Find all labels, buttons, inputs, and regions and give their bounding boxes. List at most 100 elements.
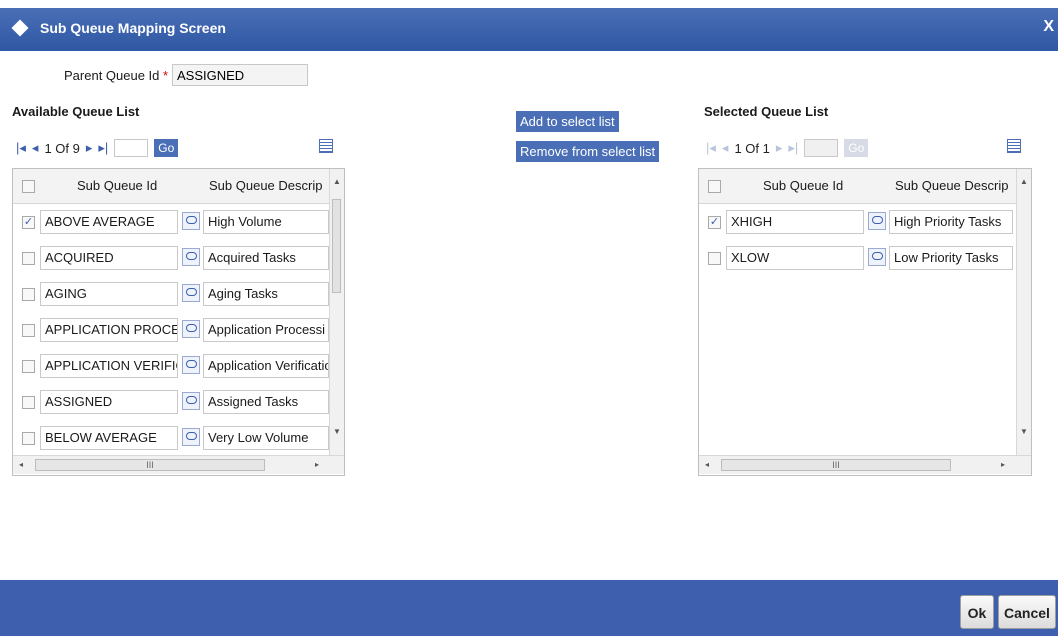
first-page-icon[interactable]: |◂ [706,140,716,156]
table-row[interactable]: BELOW AVERAGE Very Low Volume [13,420,329,456]
sub-queue-description-cell[interactable]: Low Priority Tasks [889,246,1013,270]
parent-queue-input[interactable] [172,64,308,86]
sub-queue-id-cell[interactable]: XHIGH [726,210,864,234]
row-checkbox[interactable] [22,324,35,337]
sub-queue-id-cell[interactable]: APPLICATION PROCES [40,318,178,342]
scroll-left-icon[interactable]: ◂ [705,460,709,469]
column-header: Sub Queue Id [77,178,158,193]
scroll-down-icon[interactable]: ▼ [1020,427,1028,436]
row-checkbox[interactable] [22,360,35,373]
table-row[interactable]: ✓ ABOVE AVERAGE High Volume [13,204,329,240]
page-number-input[interactable] [114,139,149,157]
selected-list-title: Selected Queue List [704,104,829,119]
lookup-icon[interactable] [182,248,200,266]
lookup-icon[interactable] [182,320,200,338]
sub-queue-id-cell[interactable]: APPLICATION VERIFIC [40,354,178,378]
parent-queue-label: Parent Queue Id * [64,68,168,83]
table-row[interactable]: APPLICATION PROCES Application Processi [13,312,329,348]
column-header: Sub Queue Id [763,178,844,193]
close-button[interactable]: X [1043,18,1054,36]
row-checkbox[interactable] [708,252,721,265]
select-all-checkbox[interactable] [22,180,35,193]
page-indicator: 1 Of 9 [44,140,80,156]
scroll-right-icon[interactable]: ▸ [315,460,319,469]
page-number-input[interactable] [804,139,839,157]
vertical-scrollbar[interactable]: ▲ ▼ [329,169,344,455]
row-checkbox[interactable]: ✓ [708,216,721,229]
sub-queue-description-cell[interactable]: Acquired Tasks [203,246,329,270]
lookup-icon[interactable] [868,212,886,230]
available-pagination: |◂ ◂ 1 Of 9 ▸ ▸| Go [16,135,179,161]
next-page-icon[interactable]: ▸ [776,140,783,156]
remove-from-select-list-button[interactable]: Remove from select list [516,141,660,162]
ok-button[interactable]: Ok [960,595,994,629]
title-bar: Sub Queue Mapping Screen X [0,8,1058,51]
sub-queue-description-cell[interactable]: Application Processi [203,318,329,342]
table-row[interactable]: ACQUIRED Acquired Tasks [13,240,329,276]
select-all-checkbox[interactable] [708,180,721,193]
lookup-icon[interactable] [182,284,200,302]
scroll-right-icon[interactable]: ▸ [1001,460,1005,469]
row-checkbox[interactable] [22,396,35,409]
sub-queue-description-cell[interactable]: High Priority Tasks [889,210,1013,234]
scroll-left-icon[interactable]: ◂ [19,460,23,469]
scroll-up-icon[interactable]: ▲ [1020,177,1028,186]
sub-queue-description-cell[interactable]: Very Low Volume [203,426,329,450]
sub-queue-id-cell[interactable]: ACQUIRED [40,246,178,270]
table-header: Sub Queue Id Sub Queue Descrip [13,169,330,204]
selected-pagination: |◂ ◂ 1 Of 1 ▸ ▸| Go [706,135,869,161]
last-page-icon[interactable]: ▸| [788,140,798,156]
next-page-icon[interactable]: ▸ [86,140,93,156]
row-checkbox[interactable] [22,252,35,265]
sub-queue-description-cell[interactable]: Assigned Tasks [203,390,329,414]
row-checkbox[interactable] [22,288,35,301]
grid-settings-icon[interactable] [1007,139,1021,153]
prev-page-icon[interactable]: ◂ [722,140,729,156]
column-header: Sub Queue Descrip [209,178,323,193]
last-page-icon[interactable]: ▸| [98,140,108,156]
lookup-icon[interactable] [182,428,200,446]
table-row[interactable]: APPLICATION VERIFIC Application Verificat… [13,348,329,384]
horizontal-scrollbar[interactable]: ◂ III ▸ [13,455,344,474]
scroll-down-icon[interactable]: ▼ [333,427,341,436]
grid-settings-icon[interactable] [319,139,333,153]
table-row[interactable]: XLOW Low Priority Tasks [699,240,1013,276]
sub-queue-description-cell[interactable]: Aging Tasks [203,282,329,306]
hscroll-thumb[interactable]: III [721,459,951,471]
add-to-select-list-button[interactable]: Add to select list [516,111,619,132]
window-title: Sub Queue Mapping Screen [40,20,226,36]
sub-queue-id-cell[interactable]: AGING [40,282,178,306]
sub-queue-id-cell[interactable]: XLOW [726,246,864,270]
lookup-icon[interactable] [868,248,886,266]
page-indicator: 1 Of 1 [734,140,770,156]
selected-queue-table: Sub Queue Id Sub Queue Descrip ✓ XHIGH Hig… [698,168,1032,476]
first-page-icon[interactable]: |◂ [16,140,26,156]
row-checkbox[interactable] [22,432,35,445]
sub-queue-id-cell[interactable]: ABOVE AVERAGE [40,210,178,234]
lookup-icon[interactable] [182,356,200,374]
go-button[interactable]: Go [844,139,869,157]
sub-queue-id-cell[interactable]: ASSIGNED [40,390,178,414]
cancel-button[interactable]: Cancel [998,595,1056,629]
table-row[interactable]: ✓ XHIGH High Priority Tasks [699,204,1013,240]
go-button[interactable]: Go [154,139,179,157]
table-row[interactable]: AGING Aging Tasks [13,276,329,312]
prev-page-icon[interactable]: ◂ [32,140,39,156]
sub-queue-description-cell[interactable]: High Volume [203,210,329,234]
available-list-title: Available Queue List [12,104,140,119]
sub-queue-id-cell[interactable]: BELOW AVERAGE [40,426,178,450]
lookup-icon[interactable] [182,212,200,230]
vertical-scrollbar[interactable]: ▲ ▼ [1016,169,1031,455]
lookup-icon[interactable] [182,392,200,410]
horizontal-scrollbar[interactable]: ◂ III ▸ [699,455,1031,474]
row-checkbox[interactable]: ✓ [22,216,35,229]
sub-queue-description-cell[interactable]: Application Verificatio [203,354,329,378]
table-row[interactable]: ASSIGNED Assigned Tasks [13,384,329,420]
scroll-thumb[interactable] [332,199,341,293]
available-queue-table: Sub Queue Id Sub Queue Descrip ✓ ABOVE AV… [12,168,345,476]
required-mark: * [163,68,169,83]
parent-queue-label-text: Parent Queue Id [64,68,160,83]
footer-bar [0,580,1058,636]
hscroll-thumb[interactable]: III [35,459,265,471]
scroll-up-icon[interactable]: ▲ [333,177,341,186]
